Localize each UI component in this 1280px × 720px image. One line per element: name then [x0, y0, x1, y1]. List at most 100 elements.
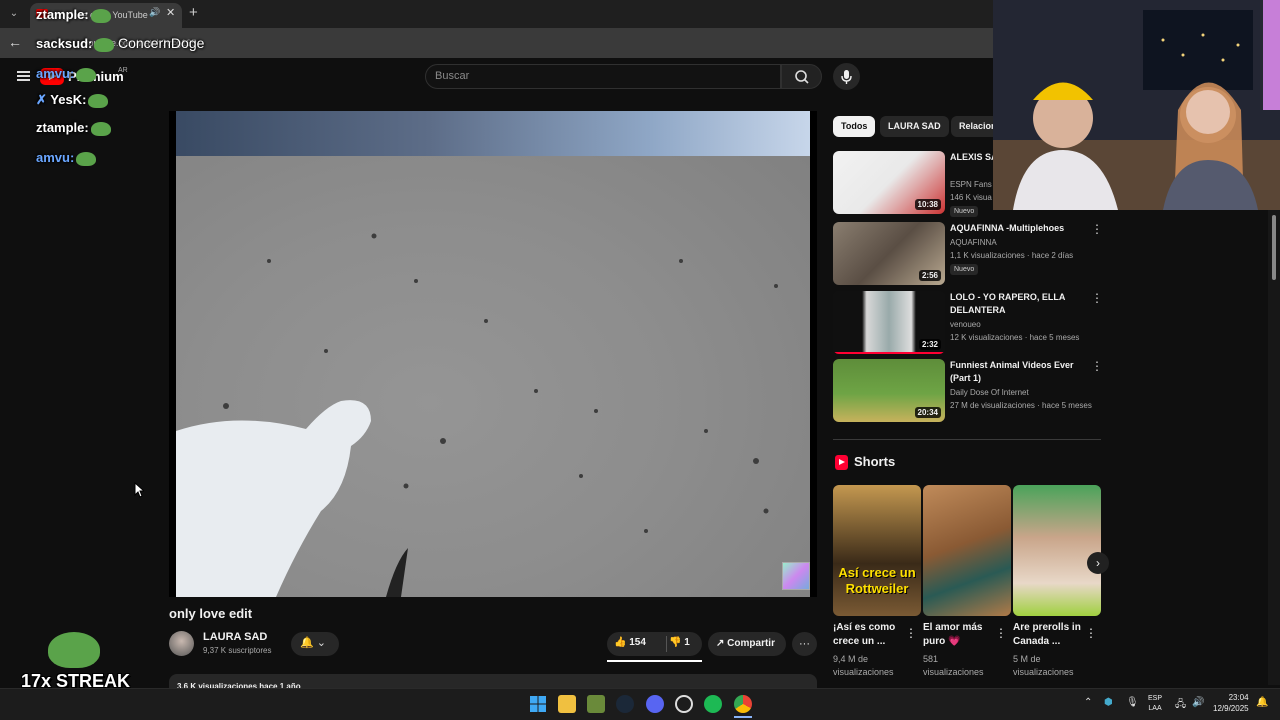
recommendation-item[interactable]: 2:56 AQUAFINNA -Multiplehoes AQUAFINNA 1…: [833, 222, 1103, 286]
voice-search-button[interactable]: [833, 63, 860, 90]
webcam-scene: [993, 0, 1280, 210]
chat-message: amvu:: [36, 66, 97, 82]
thumbnail: 20:34: [833, 359, 945, 422]
chat-username: ztample:: [36, 7, 89, 22]
recommendation-channel: ESPN Fans: [950, 180, 992, 189]
page-scrollbar[interactable]: [1268, 210, 1280, 685]
channel-avatar[interactable]: [169, 631, 194, 656]
webcam-overlay: [993, 0, 1280, 210]
short-title[interactable]: ¡Así es como crece un ...: [833, 621, 903, 649]
close-tab-icon[interactable]: ✕: [166, 6, 175, 19]
bell-icon: 🔔: [300, 637, 314, 649]
new-badge: Nuevo: [950, 206, 979, 217]
chip-all[interactable]: Todos: [833, 116, 876, 137]
network-icon[interactable]: 🖧: [1175, 697, 1186, 714]
notification-bell-icon[interactable]: 🔔: [1256, 697, 1268, 708]
chat-username: ztample:: [36, 120, 89, 135]
hamburger-menu-icon[interactable]: [17, 71, 30, 81]
recommendation-channel: Daily Dose Of Internet: [950, 388, 1029, 397]
discord-icon[interactable]: [646, 695, 664, 713]
chevron-down-icon: ⌄: [316, 637, 326, 649]
like-dislike-group: 👍 154 👎 1: [607, 632, 702, 656]
short-thumbnail[interactable]: [923, 485, 1011, 616]
share-button[interactable]: ↗ Compartir: [708, 632, 786, 656]
short-views: 9,4 M de visualizaciones: [833, 654, 894, 677]
like-underline: [607, 660, 702, 662]
tab-search-chevron-icon[interactable]: ⌄: [6, 6, 22, 22]
chat-emote-name: ConcernDoge: [118, 35, 205, 51]
minecraft-launcher-icon[interactable]: [587, 695, 605, 713]
recommendation-item[interactable]: 20:34 Funniest Animal Videos Ever (Part …: [833, 359, 1103, 423]
obs-studio-icon[interactable]: [675, 695, 693, 713]
file-explorer-icon[interactable]: [558, 695, 576, 713]
back-arrow-icon[interactable]: ←: [8, 34, 22, 50]
tray-overflow-chevron-icon[interactable]: ⌃: [1084, 697, 1092, 708]
shorts-heading: Shorts: [854, 454, 896, 469]
country-code: AR: [118, 67, 128, 74]
volume-icon[interactable]: 🔊: [1192, 697, 1204, 708]
recommendation-item[interactable]: 2:32 LOLO - YO RAPERO, ELLA DELANTERA ve…: [833, 291, 1103, 355]
recommendation-meta: 146 K visua: [950, 193, 992, 202]
recommendation-title: Funniest Animal Videos Ever (Part 1): [950, 360, 1074, 383]
chat-username: amvu:: [36, 150, 75, 165]
short-views: 5 M de visualizaciones: [1013, 654, 1074, 677]
mouse-cursor-icon: [134, 482, 144, 498]
video-frame[interactable]: [176, 111, 810, 597]
like-button[interactable]: 👍 154: [614, 637, 646, 648]
spotify-icon[interactable]: [704, 695, 722, 713]
short-title[interactable]: El amor más puro 💗: [923, 621, 993, 649]
watch-progress-bar: [833, 352, 945, 354]
short-thumbnail[interactable]: Así crece un Rottweiler: [833, 485, 921, 616]
search-icon: [795, 70, 809, 84]
recommendation-title: LOLO - YO RAPERO, ELLA DELANTERA: [950, 292, 1066, 315]
chat-message: ztample:: [36, 120, 111, 136]
chrome-icon[interactable]: [734, 695, 752, 713]
short-title[interactable]: Are prerolls in Canada ...: [1013, 621, 1083, 649]
more-options-icon[interactable]: ⋮: [1085, 626, 1097, 640]
microphone-tray-icon[interactable]: 🎙: [1126, 697, 1139, 708]
more-options-icon[interactable]: ⋮: [905, 626, 917, 640]
keyboard-language[interactable]: ESP LAA: [1148, 694, 1162, 714]
pepe-emote-icon: [76, 67, 97, 82]
tray-app-icon[interactable]: ⬢: [1104, 697, 1113, 708]
steam-icon[interactable]: [616, 695, 634, 713]
chat-username: amvu:: [36, 66, 75, 81]
chat-message: sacksud: ConcernDoge: [36, 35, 204, 52]
pepe-emote-icon: [90, 8, 111, 23]
video-duration: 2:56: [918, 270, 941, 281]
more-options-icon[interactable]: ⋮: [1091, 222, 1103, 236]
notifications-button[interactable]: 🔔 ⌄: [291, 632, 339, 656]
system-clock[interactable]: 23:04 12/9/2025: [1213, 692, 1249, 714]
recommendation-meta: 27 M de visualizaciones · hace 5 meses: [950, 401, 1092, 410]
new-tab-button[interactable]: +: [189, 4, 198, 21]
sword-icon: ✗: [36, 92, 47, 107]
active-app-indicator: [734, 716, 752, 718]
recommendation-channel: AQUAFINNA: [950, 238, 997, 247]
dislike-button[interactable]: 👎 1: [669, 637, 690, 648]
video-duration: 2:32: [918, 339, 941, 350]
shorts-next-arrow-icon[interactable]: ›: [1087, 552, 1109, 574]
short-views: 581 visualizaciones: [923, 654, 984, 677]
channel-name[interactable]: LAURA SAD: [203, 631, 267, 643]
thumbnail: 2:32: [833, 291, 945, 354]
more-options-icon[interactable]: ⋮: [995, 626, 1007, 640]
recommendation-title: AQUAFINNA -Multiplehoes: [950, 223, 1065, 233]
search-button[interactable]: [781, 64, 822, 89]
short-thumbnail[interactable]: [1013, 485, 1101, 616]
pepe-emote-icon: [94, 37, 115, 52]
chat-username: YesK:: [50, 92, 87, 107]
more-actions-button[interactable]: ···: [792, 632, 817, 656]
thumbs-up-icon: 👍: [614, 637, 627, 648]
more-options-icon[interactable]: ⋮: [1091, 359, 1103, 373]
more-options-icon[interactable]: ⋮: [1091, 291, 1103, 305]
channel-watermark[interactable]: [782, 562, 810, 590]
search-input[interactable]: Buscar: [425, 64, 781, 89]
windows-start-icon[interactable]: [529, 695, 547, 713]
audio-playing-icon[interactable]: 🔊: [149, 7, 160, 18]
recommendation-meta: 1,1 K visualizaciones · hace 2 días: [950, 251, 1074, 260]
shorts-icon: [835, 455, 848, 470]
chip-laura-sad[interactable]: LAURA SAD: [880, 116, 949, 137]
share-icon: ↗: [716, 638, 725, 649]
scrollbar-thumb[interactable]: [1272, 215, 1276, 280]
thumbnail: 10:38: [833, 151, 945, 214]
